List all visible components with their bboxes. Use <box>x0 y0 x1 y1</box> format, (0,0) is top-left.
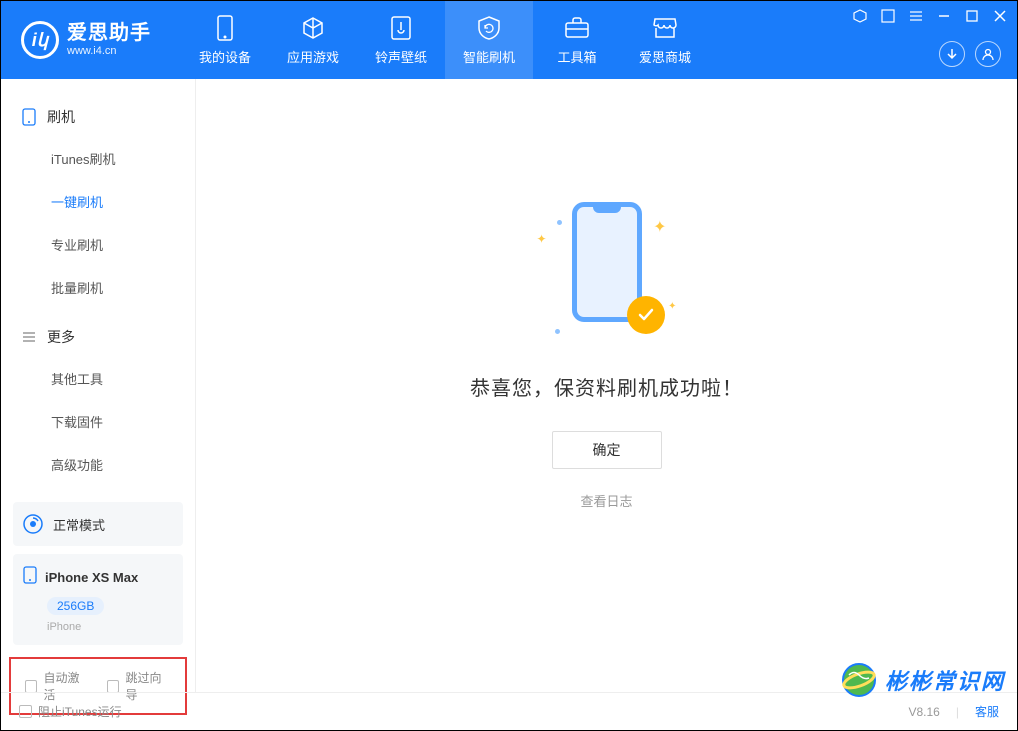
nav-label: 智能刷机 <box>463 47 515 66</box>
dot-icon <box>557 220 562 225</box>
status-ok-icon <box>23 514 43 534</box>
nav-label: 工具箱 <box>557 47 596 66</box>
main-content: ✦ ✦ ✦ 恭喜您，保资料刷机成功啦！ 确定 查看日志 <box>196 79 1017 692</box>
app-title: 爱思助手 <box>67 21 151 45</box>
device-status[interactable]: 正常模式 <box>13 502 183 546</box>
section-title: 刷机 <box>47 107 75 127</box>
menu-icon[interactable] <box>907 7 925 25</box>
window-controls <box>851 7 1009 25</box>
phone-icon <box>212 15 238 41</box>
view-log-link[interactable]: 查看日志 <box>580 491 632 510</box>
statusbar-right: V8.16 | 客服 <box>909 703 1000 720</box>
sidebar: 刷机 iTunes刷机 一键刷机 专业刷机 批量刷机 更多 其他工具 下载固件 … <box>1 79 196 692</box>
sidebar-item-itunes-flash[interactable]: iTunes刷机 <box>1 137 195 180</box>
device-name-row: iPhone XS Max <box>23 566 173 589</box>
dot-icon <box>555 329 560 334</box>
app-url: www.i4.cn <box>67 45 151 58</box>
sparkle-icon: ✦ <box>537 232 547 246</box>
sparkle-icon: ✦ <box>653 217 666 237</box>
checkbox-label: 阻止iTunes运行 <box>38 703 122 720</box>
nav-tab-ringtones[interactable]: 铃声壁纸 <box>357 1 445 79</box>
store-icon <box>652 15 678 41</box>
phone-flash-icon <box>21 109 37 125</box>
check-badge-icon <box>627 296 665 334</box>
section-header-more[interactable]: 更多 <box>1 317 195 357</box>
body-area: 刷机 iTunes刷机 一键刷机 专业刷机 批量刷机 更多 其他工具 下载固件 … <box>1 79 1017 692</box>
nav-label: 铃声壁纸 <box>375 47 427 66</box>
toolbox-icon <box>564 15 590 41</box>
titlebar-right <box>851 1 1009 79</box>
checkbox-block-itunes[interactable]: 阻止iTunes运行 <box>19 703 122 720</box>
device-info[interactable]: iPhone XS Max 256GB iPhone <box>13 554 183 645</box>
support-link[interactable]: 客服 <box>975 703 999 720</box>
nav-tab-toolbox[interactable]: 工具箱 <box>533 1 621 79</box>
music-file-icon <box>388 15 414 41</box>
success-graphic: ✦ ✦ ✦ <box>537 202 677 342</box>
section-header-flash[interactable]: 刷机 <box>1 97 195 137</box>
nav-tab-device[interactable]: 我的设备 <box>181 1 269 79</box>
sidebar-item-batch-flash[interactable]: 批量刷机 <box>1 266 195 309</box>
sidebar-item-other-tools[interactable]: 其他工具 <box>1 357 195 400</box>
device-storage: 256GB <box>47 597 104 615</box>
user-controls <box>939 41 1009 73</box>
sidebar-item-oneclick-flash[interactable]: 一键刷机 <box>1 180 195 223</box>
device-phone-icon <box>23 566 37 589</box>
user-icon[interactable] <box>975 41 1001 67</box>
download-icon[interactable] <box>939 41 965 67</box>
nav-tabs: 我的设备 应用游戏 铃声壁纸 智能刷机 工具箱 爱思商城 <box>181 1 709 79</box>
section-more: 更多 其他工具 下载固件 高级功能 <box>1 317 195 486</box>
sidebar-item-pro-flash[interactable]: 专业刷机 <box>1 223 195 266</box>
logo-area: iկ 爱思助手 www.i4.cn <box>1 21 171 59</box>
device-name: iPhone XS Max <box>45 570 138 585</box>
minimize-icon[interactable] <box>935 7 953 25</box>
sidebar-item-download-firmware[interactable]: 下载固件 <box>1 400 195 443</box>
maximize-icon[interactable] <box>963 7 981 25</box>
section-title: 更多 <box>47 327 75 347</box>
skin-icon[interactable] <box>879 7 897 25</box>
nav-label: 爱思商城 <box>639 47 691 66</box>
nav-tab-apps[interactable]: 应用游戏 <box>269 1 357 79</box>
section-flash: 刷机 iTunes刷机 一键刷机 专业刷机 批量刷机 <box>1 97 195 309</box>
sidebar-item-advanced[interactable]: 高级功能 <box>1 443 195 486</box>
ok-button[interactable]: 确定 <box>552 431 662 469</box>
theme-icon[interactable] <box>851 7 869 25</box>
device-type: iPhone <box>47 621 173 633</box>
sidebar-scroll: 刷机 iTunes刷机 一键刷机 专业刷机 批量刷机 更多 其他工具 下载固件 … <box>1 79 195 494</box>
nav-label: 应用游戏 <box>287 47 339 66</box>
titlebar: iկ 爱思助手 www.i4.cn 我的设备 应用游戏 铃声壁纸 智能刷机 工具… <box>1 1 1017 79</box>
sparkle-icon: ✦ <box>668 301 676 312</box>
menu-list-icon <box>21 329 37 345</box>
nav-tab-store[interactable]: 爱思商城 <box>621 1 709 79</box>
refresh-badge-icon <box>476 15 502 41</box>
statusbar: 阻止iTunes运行 V8.16 | 客服 <box>1 692 1017 730</box>
nav-label: 我的设备 <box>199 47 251 66</box>
app-logo-icon: iկ <box>21 21 59 59</box>
close-icon[interactable] <box>991 7 1009 25</box>
success-message: 恭喜您，保资料刷机成功啦！ <box>470 372 743 401</box>
status-text: 正常模式 <box>53 515 105 534</box>
cube-icon <box>300 15 326 41</box>
checkbox-icon <box>19 705 32 718</box>
divider: | <box>956 705 959 719</box>
checkbox-icon <box>25 680 37 693</box>
version-label: V8.16 <box>909 705 940 719</box>
nav-tab-flash[interactable]: 智能刷机 <box>445 1 533 79</box>
checkbox-icon <box>107 680 119 693</box>
logo-text: 爱思助手 www.i4.cn <box>67 21 151 58</box>
